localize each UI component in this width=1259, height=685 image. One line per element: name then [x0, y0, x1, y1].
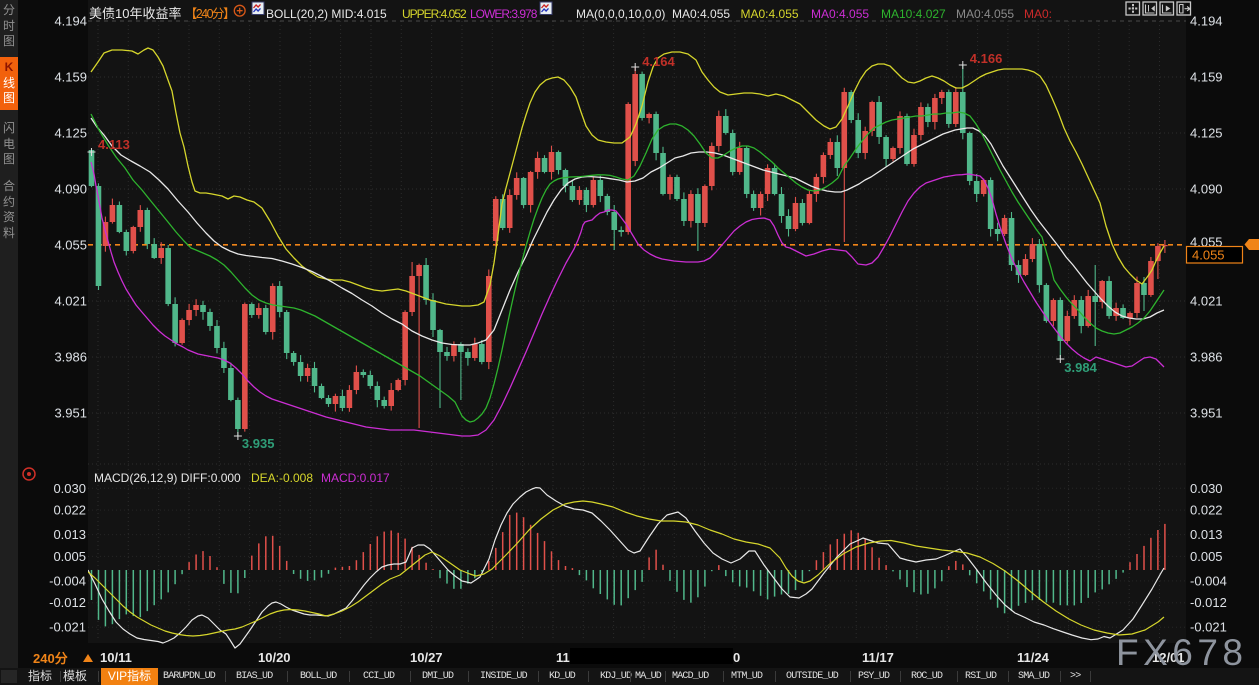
- svg-text:LOWER:3.978: LOWER:3.978: [470, 7, 538, 21]
- svg-text:3.935: 3.935: [242, 436, 275, 451]
- svg-text:MA0:4.055: MA0:4.055: [672, 7, 730, 21]
- svg-text:-0.012: -0.012: [49, 595, 86, 610]
- svg-text:0.005: 0.005: [1190, 549, 1223, 564]
- svg-text:MACD(26,12,9) DIFF:0.000: MACD(26,12,9) DIFF:0.000: [94, 471, 241, 485]
- svg-text:BOLL(20,2) MID:4.015: BOLL(20,2) MID:4.015: [266, 7, 387, 21]
- svg-text:10/11: 10/11: [100, 650, 132, 665]
- svg-text:4.159: 4.159: [1190, 70, 1223, 85]
- svg-text:-0.021: -0.021: [49, 620, 86, 635]
- svg-text:MA(0,0,0,10,0,0): MA(0,0,0,10,0,0): [576, 7, 665, 21]
- svg-text:DEA:-0.008: DEA:-0.008: [251, 471, 313, 485]
- svg-text:0.013: 0.013: [53, 527, 86, 542]
- svg-text:MA0:4.055: MA0:4.055: [811, 7, 869, 21]
- svg-text:4.090: 4.090: [54, 182, 87, 197]
- svg-text:11: 11: [556, 650, 570, 665]
- svg-text:0.013: 0.013: [1190, 527, 1223, 542]
- svg-text:0.030: 0.030: [1190, 481, 1223, 496]
- svg-text:4.159: 4.159: [54, 70, 87, 85]
- svg-text:-0.004: -0.004: [49, 573, 86, 588]
- svg-text:10/27: 10/27: [410, 650, 443, 665]
- svg-text:FX678: FX678: [1116, 632, 1248, 673]
- svg-text:4.164: 4.164: [642, 54, 675, 69]
- svg-text:美债10年收益率: 美债10年收益率: [89, 6, 181, 21]
- svg-text:UPPER:4.052: UPPER:4.052: [402, 7, 467, 21]
- svg-text:3.951: 3.951: [54, 406, 87, 421]
- svg-text:0.022: 0.022: [1190, 503, 1223, 518]
- svg-text:4.090: 4.090: [1190, 182, 1223, 197]
- svg-text:4.021: 4.021: [1190, 294, 1223, 309]
- svg-text:-0.012: -0.012: [1190, 595, 1227, 610]
- svg-text:4.055: 4.055: [54, 237, 87, 252]
- svg-text:10/20: 10/20: [258, 650, 291, 665]
- svg-text:4.125: 4.125: [54, 126, 87, 141]
- svg-text:0: 0: [733, 650, 740, 665]
- svg-text:240分: 240分: [33, 651, 68, 666]
- svg-text:3.984: 3.984: [1064, 360, 1097, 375]
- svg-text:MA10:4.027: MA10:4.027: [881, 7, 946, 21]
- svg-text:4.125: 4.125: [1190, 126, 1223, 141]
- svg-text:11/17: 11/17: [862, 650, 894, 665]
- svg-text:MA0:4.055: MA0:4.055: [956, 7, 1014, 21]
- svg-text:4.194: 4.194: [1190, 14, 1223, 29]
- svg-text:0.005: 0.005: [53, 549, 86, 564]
- svg-text:-0.004: -0.004: [1190, 573, 1227, 588]
- svg-text:MA0:: MA0:: [1024, 7, 1052, 21]
- svg-text:【240分】: 【240分】: [185, 7, 234, 21]
- svg-text:4.055: 4.055: [1192, 248, 1225, 263]
- svg-text:4.166: 4.166: [970, 51, 1003, 66]
- svg-text:4.021: 4.021: [54, 294, 87, 309]
- svg-text:3.986: 3.986: [1190, 350, 1223, 365]
- svg-text:3.986: 3.986: [54, 350, 87, 365]
- svg-text:MA0:4.055: MA0:4.055: [741, 7, 799, 21]
- svg-text:4.113: 4.113: [98, 137, 130, 152]
- svg-text:0.030: 0.030: [53, 481, 86, 496]
- svg-text:0.022: 0.022: [53, 503, 86, 518]
- svg-text:11/24: 11/24: [1017, 650, 1050, 665]
- svg-text:4.194: 4.194: [54, 14, 87, 29]
- svg-text:MACD:0.017: MACD:0.017: [321, 471, 390, 485]
- svg-text:3.951: 3.951: [1190, 406, 1223, 421]
